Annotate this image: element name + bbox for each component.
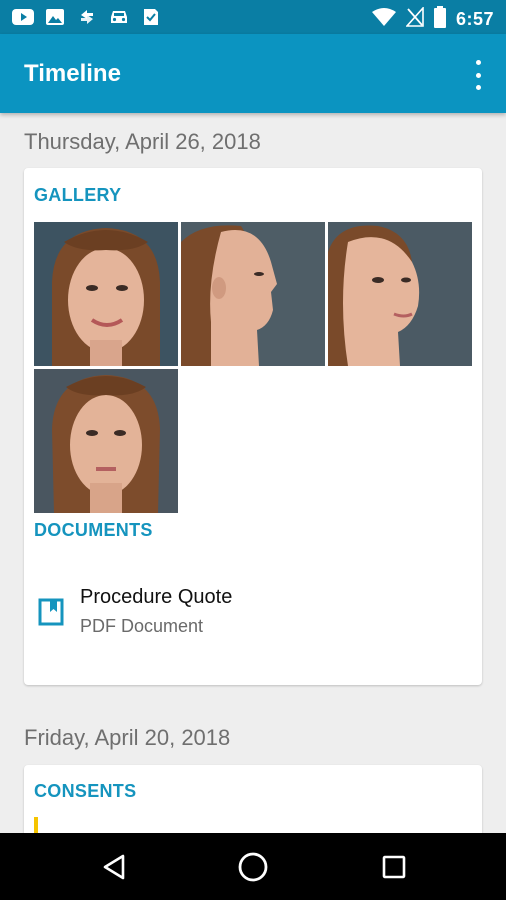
documents-heading: DOCUMENTS: [34, 520, 153, 540]
home-icon[interactable]: [237, 851, 269, 883]
page-title: Timeline: [24, 60, 121, 87]
gallery-photo-neutral[interactable]: [34, 369, 178, 513]
gallery-heading: GALLERY: [34, 185, 122, 205]
timeline-date: Friday, April 20, 2018: [24, 725, 231, 750]
clock-time: 6:57: [455, 9, 494, 29]
image-icon: [44, 7, 66, 27]
gallery-photo-profile[interactable]: [181, 222, 325, 366]
gallery-photo-three-quarter[interactable]: [328, 222, 472, 366]
recents-icon[interactable]: [378, 851, 410, 883]
sync-icon: [76, 7, 98, 27]
check-doc-icon: [140, 7, 162, 27]
wifi-icon: [371, 7, 396, 32]
navigation-bar: [0, 833, 506, 900]
consents-heading: CONSENTS: [34, 781, 137, 801]
notification-icons: [12, 7, 162, 27]
car-icon: [108, 7, 130, 27]
status-bar: 6:57: [0, 0, 506, 34]
timeline-card: GALLERY DOCUMENTS Procedure Quote PDF Do…: [24, 168, 482, 685]
timeline-date: Thursday, April 26, 2018: [24, 129, 261, 154]
document-title: Procedure Quote: [80, 586, 233, 608]
gallery-photo-front[interactable]: [34, 222, 178, 366]
system-status: 6:57: [371, 5, 494, 33]
no-signal-icon: [405, 5, 424, 32]
youtube-icon: [12, 7, 34, 27]
battery-icon: [433, 6, 446, 33]
back-icon[interactable]: [98, 851, 130, 883]
bookmark-doc-icon: [38, 598, 64, 626]
overflow-menu-icon[interactable]: [468, 60, 488, 90]
app-bar: Timeline: [0, 34, 506, 113]
document-type: PDF Document: [80, 616, 204, 636]
